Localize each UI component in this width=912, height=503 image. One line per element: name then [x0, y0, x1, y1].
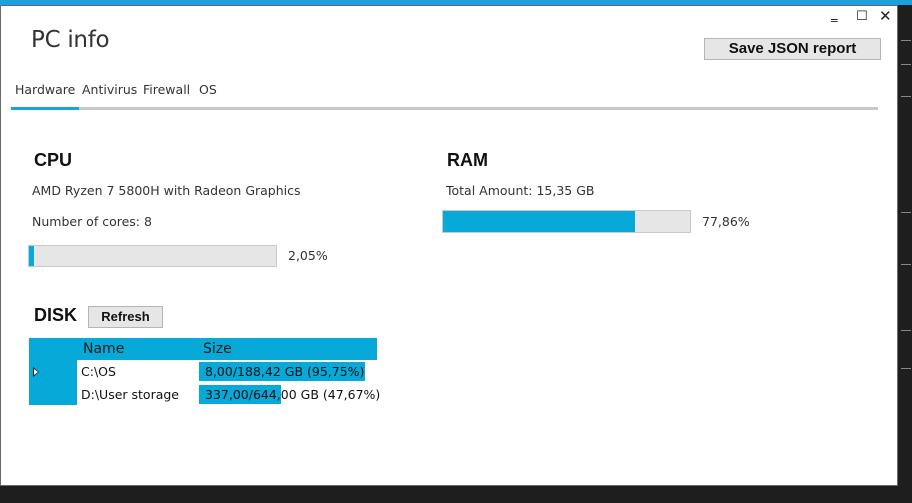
maximize-button[interactable]: ☐: [856, 10, 868, 24]
disk-size-cell: 337,00/644,00 GB (47,67%): [205, 387, 381, 402]
tab-os[interactable]: OS: [199, 82, 217, 97]
cpu-cores: Number of cores: 8: [32, 214, 152, 229]
cpu-usage-label: 2,05%: [288, 248, 328, 263]
column-header-name[interactable]: Name: [83, 341, 124, 357]
disk-name-cell: C:\OS: [81, 364, 116, 379]
cpu-usage-fill: [29, 246, 35, 266]
disk-grid-header: Name Size: [77, 338, 377, 360]
page-title: PC info: [31, 27, 110, 53]
disk-heading: DISK: [34, 305, 78, 325]
column-header-size[interactable]: Size: [203, 341, 232, 357]
refresh-button[interactable]: Refresh: [88, 306, 163, 328]
table-row[interactable]: C:\OS 8,00/188,42 GB (95,75%): [77, 360, 387, 382]
minimize-button[interactable]: ‗: [831, 9, 838, 23]
save-json-report-button[interactable]: Save JSON report: [704, 38, 881, 60]
ram-usage-fill: [443, 211, 636, 232]
cpu-usage-bar: [28, 245, 277, 267]
cpu-model: AMD Ryzen 7 5800H with Radeon Graphics: [32, 183, 301, 198]
tab-antivirus[interactable]: Antivirus: [82, 82, 137, 97]
ram-usage-label: 77,86%: [702, 214, 750, 229]
tab-divider: [11, 107, 878, 110]
disk-name-cell: D:\User storage: [81, 387, 179, 402]
ram-heading: RAM: [447, 150, 488, 170]
tab-firewall[interactable]: Firewall: [143, 82, 190, 97]
tab-hardware[interactable]: Hardware: [15, 82, 75, 97]
ram-usage-bar: [442, 210, 691, 233]
desktop-background: [0, 486, 898, 503]
current-row-arrow-icon-inner: [34, 369, 38, 375]
ram-total: Total Amount: 15,35 GB: [446, 183, 595, 198]
active-tab-indicator: [11, 107, 79, 110]
background-window-edge: [899, 0, 912, 503]
main-window: ‗ ☐ ✕ PC info Save JSON report Hardware …: [0, 5, 898, 486]
table-row[interactable]: D:\User storage 337,00/644,00 GB (47,67%…: [77, 383, 387, 405]
close-button[interactable]: ✕: [879, 9, 892, 24]
disk-size-cell: 8,00/188,42 GB (95,75%): [205, 364, 365, 379]
cpu-heading: CPU: [34, 150, 73, 170]
